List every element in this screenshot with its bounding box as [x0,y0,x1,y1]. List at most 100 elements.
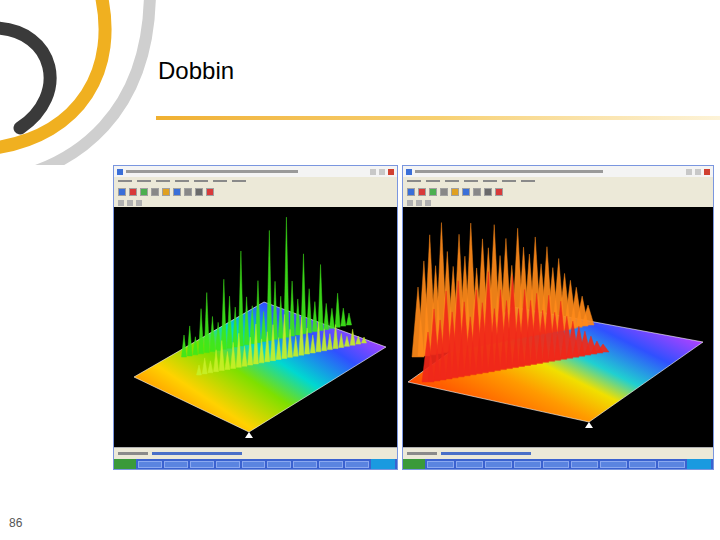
surface-spike [299,317,304,355]
surface-spike [288,329,293,357]
window-titlebar [403,166,713,177]
title-underline [156,116,720,120]
surface-spike [233,307,238,347]
task-button[interactable] [138,461,162,468]
surface-series [422,272,609,382]
surface-spike [225,351,230,369]
task-button[interactable] [293,461,317,468]
tool-button[interactable] [184,188,192,196]
taskbar [403,459,713,469]
task-button[interactable] [190,461,214,468]
status-bar [114,447,397,459]
system-tray [687,459,711,469]
tool-button[interactable] [473,188,481,196]
task-button[interactable] [427,461,454,468]
tool-button[interactable] [495,188,503,196]
surface-spike [270,325,275,361]
tool-button[interactable] [140,188,148,196]
surface-spike [293,336,298,356]
slide-title: Dobbin [156,0,720,86]
app-window [402,165,714,470]
tool-button[interactable] [429,188,437,196]
task-button[interactable] [629,461,656,468]
toolbar-secondary [114,198,397,207]
surface-spike [238,251,243,346]
surface-spike [267,230,272,340]
tool-button[interactable] [129,188,137,196]
surface-spike [182,335,187,357]
surface-spike [253,324,258,364]
task-button[interactable] [514,461,541,468]
task-button[interactable] [216,461,240,468]
slide-header: Dobbin [0,0,720,165]
tool-button[interactable] [462,188,470,196]
task-button[interactable] [543,461,570,468]
surface-spike [242,346,247,366]
surface-spike [335,293,340,327]
task-button[interactable] [456,461,483,468]
surface-spike [350,329,355,345]
surface-spike [307,289,312,333]
surface-spike [278,296,283,338]
tool-button[interactable] [118,188,126,196]
task-button[interactable] [267,461,291,468]
surface-series [197,314,367,375]
surface-spike [227,296,232,348]
tool-button[interactable] [418,188,426,196]
surface-spike [210,316,215,351]
surface-spike [193,337,198,355]
surface-spike [187,326,192,356]
surface-spike [282,314,287,358]
tool-button[interactable] [195,188,203,196]
surface-spike [362,337,367,343]
slide: Dobbin 86 [0,0,720,540]
task-button[interactable] [319,461,343,468]
toolbar [403,185,713,198]
toolbar [114,185,397,198]
task-button[interactable] [485,461,512,468]
surface-spike [231,342,236,368]
system-tray [371,459,395,469]
tool-button[interactable] [151,188,159,196]
tool-button[interactable] [440,188,448,196]
tool-button[interactable] [407,188,415,196]
task-button[interactable] [242,461,266,468]
status-bar [403,447,713,459]
surface-plane [134,302,386,432]
taskbar [114,459,397,469]
surface-spike [290,281,295,336]
start-button[interactable] [403,459,425,469]
surface-spike [208,361,213,373]
task-button[interactable] [571,461,598,468]
logo-icon [0,0,156,165]
surface-spike [597,344,609,352]
surface-spike [356,336,361,344]
surface-spike [261,312,266,342]
surface-spike [339,333,344,347]
tool-button[interactable] [484,188,492,196]
plot-area [403,207,713,447]
task-button[interactable] [345,461,369,468]
surface-spike [214,350,219,372]
surface-spike [248,337,253,365]
task-button[interactable] [164,461,188,468]
tool-button[interactable] [173,188,181,196]
tool-button[interactable] [162,188,170,196]
tool-button[interactable] [206,188,214,196]
surface-spike [344,336,349,346]
page-number: 86 [0,516,720,540]
menu-bar [114,177,397,185]
surface-spike [347,313,352,325]
surface-spike [329,308,334,328]
task-button[interactable] [600,461,627,468]
axis-marker-icon [245,432,253,438]
plot-area [114,207,397,447]
start-button[interactable] [114,459,136,469]
axis-marker-icon [585,422,593,428]
tool-button[interactable] [451,188,459,196]
surface-plot [114,207,397,447]
surface-spike [333,325,338,349]
surface-spike [202,358,207,374]
surface-spike [221,279,226,349]
task-button[interactable] [658,461,685,468]
